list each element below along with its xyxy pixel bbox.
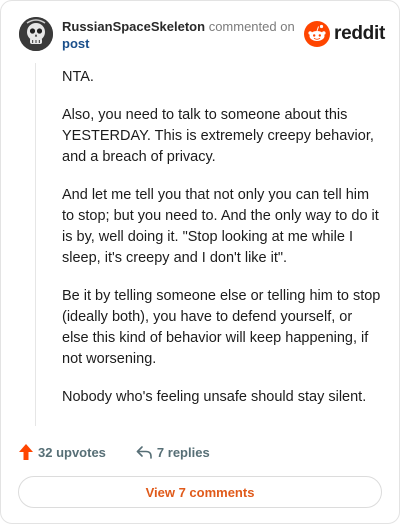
comment-paragraph: And let me tell you that not only you ca… (62, 187, 379, 266)
view-comments-button[interactable]: View 7 comments (18, 476, 382, 508)
replies-button[interactable]: 7 replies (136, 444, 210, 460)
comment-card: RussianSpaceSkeleton commented on post r… (0, 0, 400, 524)
upvote-arrow-icon[interactable] (18, 443, 34, 461)
reddit-wordmark: reddit (334, 23, 385, 44)
comment-paragraph: Be it by telling someone else or telling… (62, 288, 381, 367)
comment-paragraph: Also, you need to talk to someone about … (62, 107, 374, 165)
thread-line (35, 63, 36, 426)
post-link[interactable]: post (62, 36, 89, 52)
reddit-logo[interactable]: reddit (304, 21, 385, 47)
comment-paragraph: NTA. (62, 69, 94, 85)
avatar[interactable] (19, 17, 53, 51)
reddit-alien-icon (304, 21, 331, 47)
upvote-count[interactable]: 32 upvotes (38, 445, 106, 460)
author-line: RussianSpaceSkeleton commented on (62, 19, 295, 35)
comment-paragraph: Nobody who's feeling unsafe should stay … (62, 389, 367, 405)
author-name[interactable]: RussianSpaceSkeleton (62, 19, 205, 34)
skeleton-avatar-icon (19, 17, 53, 51)
comment-body: NTA. Also, you need to talk to someone a… (62, 67, 382, 425)
comment-header: RussianSpaceSkeleton commented on post r… (19, 15, 389, 55)
reply-arrow-icon (136, 446, 152, 459)
comment-actions: 32 upvotes 7 replies (18, 441, 210, 463)
action-text: commented on (208, 19, 295, 34)
reply-count: 7 replies (156, 444, 210, 460)
